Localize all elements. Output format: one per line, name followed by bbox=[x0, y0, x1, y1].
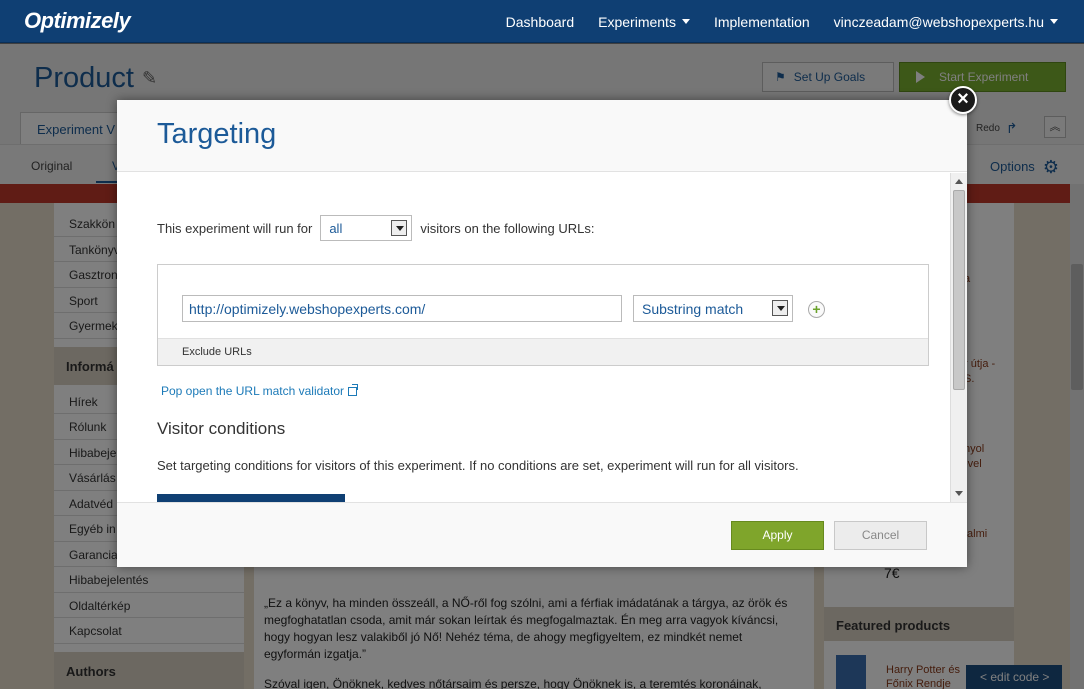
account-menu[interactable]: vinczeadam@webshopexperts.hu bbox=[834, 14, 1058, 30]
visitor-conditions-description: Set targeting conditions for visitors of… bbox=[157, 458, 799, 473]
exclude-urls-toggle[interactable]: Exclude URLs bbox=[158, 338, 928, 365]
scroll-up-icon[interactable] bbox=[955, 179, 963, 184]
targeting-dialog: Targeting × This experiment will run for… bbox=[117, 86, 977, 567]
url-validator-label: Pop open the URL match validator bbox=[161, 384, 344, 398]
external-link-icon bbox=[348, 383, 358, 396]
chevron-down-icon bbox=[772, 300, 788, 316]
match-type-value: Substring match bbox=[642, 300, 744, 317]
nav-dashboard[interactable]: Dashboard bbox=[506, 14, 575, 30]
chevron-down-icon bbox=[1050, 19, 1058, 24]
nav-implementation[interactable]: Implementation bbox=[714, 14, 810, 30]
nav-experiments[interactable]: Experiments bbox=[598, 14, 690, 30]
dialog-body: This experiment will run for all visitor… bbox=[117, 173, 967, 502]
url-targeting-box: Substring match + Exclude URLs bbox=[157, 264, 929, 366]
chevron-down-icon bbox=[681, 19, 690, 24]
chevron-down-icon bbox=[391, 220, 408, 236]
run-suffix-text: visitors on the following URLs: bbox=[420, 220, 595, 236]
audience-select-value: all bbox=[329, 220, 343, 236]
nav-experiments-label: Experiments bbox=[598, 13, 676, 30]
dialog-title: Targeting bbox=[157, 118, 277, 150]
url-input[interactable] bbox=[182, 295, 622, 322]
dialog-footer: Apply Cancel bbox=[117, 502, 967, 567]
scroll-down-icon[interactable] bbox=[955, 491, 963, 496]
add-url-icon[interactable]: + bbox=[808, 301, 825, 318]
audience-sentence: This experiment will run for all visitor… bbox=[157, 215, 594, 241]
nav-links: Dashboard Experiments Implementation vin… bbox=[506, 0, 1058, 43]
apply-button[interactable]: Apply bbox=[731, 521, 824, 550]
account-email: vinczeadam@webshopexperts.hu bbox=[833, 13, 1044, 30]
add-condition-bar[interactable] bbox=[157, 494, 345, 502]
dialog-header: Targeting bbox=[117, 100, 967, 172]
url-validator-link[interactable]: Pop open the URL match validator bbox=[161, 383, 358, 398]
visitor-conditions-heading: Visitor conditions bbox=[157, 419, 286, 438]
cancel-button[interactable]: Cancel bbox=[834, 521, 927, 550]
dialog-scrollbar-thumb[interactable] bbox=[953, 190, 965, 390]
top-nav: Optimizely Dashboard Experiments Impleme… bbox=[0, 0, 1084, 43]
dialog-scrollbar[interactable] bbox=[950, 173, 967, 502]
match-type-select[interactable]: Substring match bbox=[633, 295, 793, 322]
optimizely-logo[interactable]: Optimizely bbox=[24, 8, 131, 34]
audience-select[interactable]: all bbox=[320, 215, 413, 241]
close-icon[interactable]: × bbox=[949, 86, 977, 114]
run-prefix-text: This experiment will run for bbox=[157, 220, 313, 236]
